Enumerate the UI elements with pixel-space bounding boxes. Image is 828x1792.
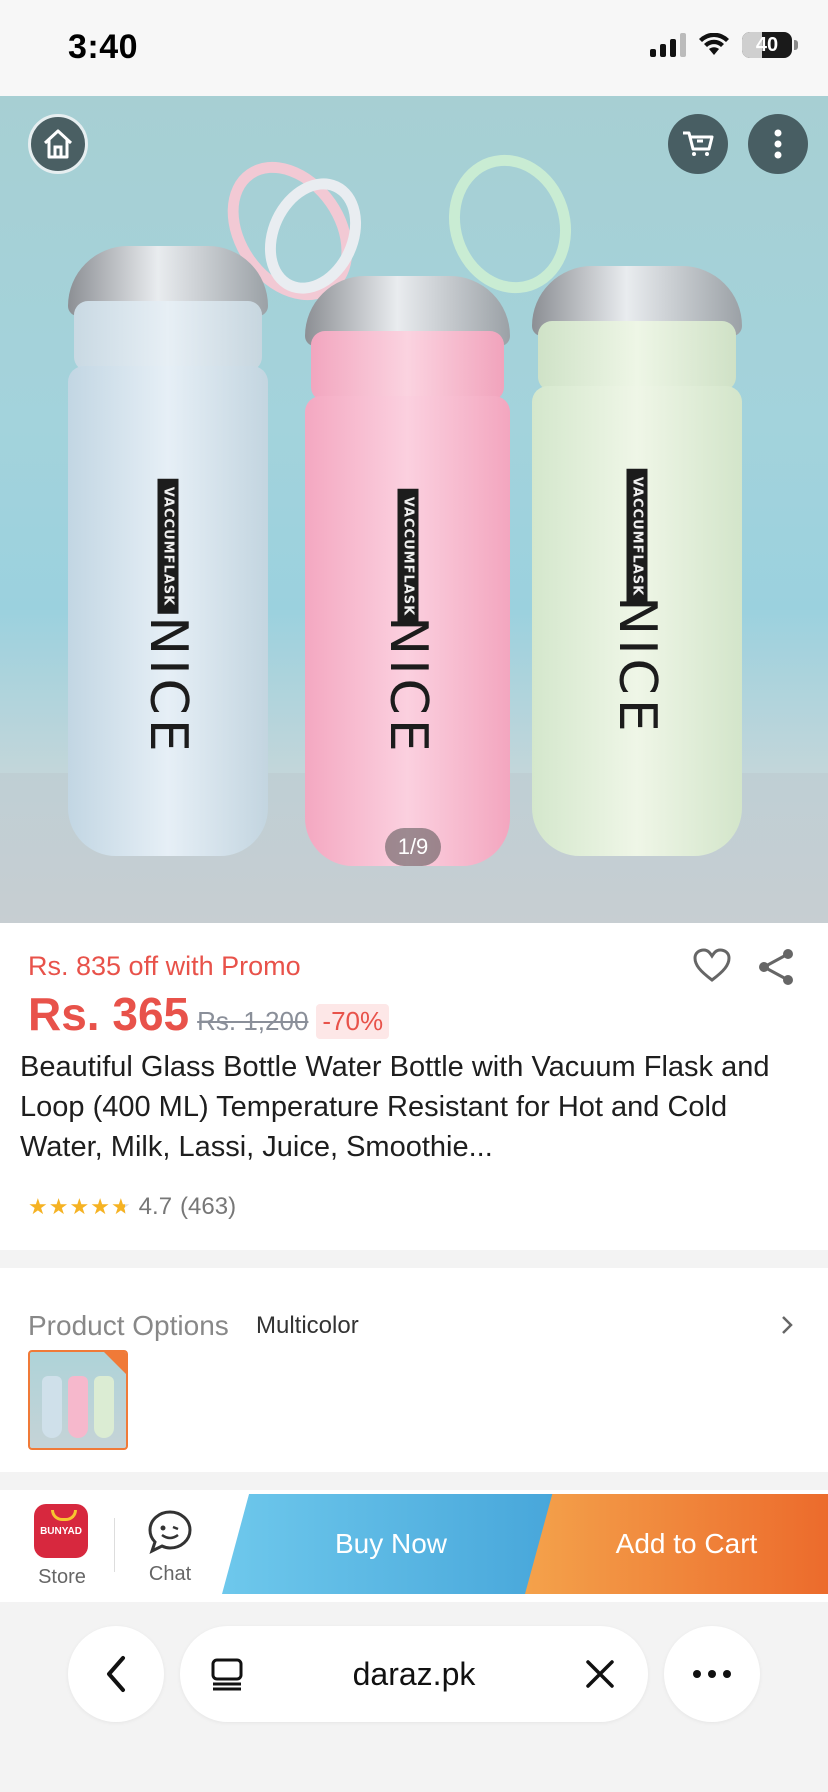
product-options-card[interactable]: Product Options Multicolor [0,1268,828,1472]
star-icon: ★ [110,1194,131,1219]
add-to-cart-button[interactable]: Add to Cart [525,1494,828,1594]
store-logo: BUNYAD [34,1504,88,1558]
current-price: Rs. 365 [28,988,190,1040]
battery-text: 40 [755,34,779,56]
promo-text: Rs. 835 off with Promo [28,951,301,981]
cart-icon [683,131,714,156]
status-time: 3:40 [68,28,139,66]
product-image-gallery[interactable]: VACCUMFLASK NICE VACCUMFLASK NICE VACCUM… [0,96,828,923]
options-label: Product Options [28,1310,229,1341]
status-icons: 40 [650,32,798,58]
chevron-right-icon [782,1316,793,1334]
bottle-blue: VACCUMFLASK NICE [68,246,268,856]
chat-label: Chat [148,1563,192,1585]
divider [114,1518,115,1572]
chat-button[interactable]: Chat [140,1504,200,1586]
bottle-brand-label: VACCUMFLASK [626,468,648,605]
status-bar: 3:40 40 [0,0,828,96]
back-icon [107,1656,125,1692]
bottle-cap [74,301,262,371]
battery-icon: 40 [742,32,798,58]
star-icon: ★ [48,1194,69,1219]
home-icon [43,129,73,159]
tabs-icon[interactable] [210,1657,244,1691]
store-label: Store [38,1566,86,1588]
address-bar[interactable]: daraz.pk [180,1626,648,1722]
url-text: daraz.pk [352,1655,476,1692]
image-counter: 1/9 [385,828,441,866]
star-icon: ★ [69,1194,90,1219]
product-title: Beautiful Glass Bottle Water Bottle with… [20,1051,770,1163]
bottle-brand-label: VACCUMFLASK [157,478,179,615]
action-bar: BUNYAD Store Chat Buy Now Add to Cart [0,1490,828,1602]
rating-row[interactable]: ★ ★ ★ ★ ★ 4.7 (463) [28,1193,236,1221]
bottle-logo: NICE [607,596,667,736]
bottle-brand-label: VACCUMFLASK [397,488,418,625]
product-info-card: Rs. 835 off with Promo Rs. 365 Rs. 1,200… [0,923,828,1250]
share-button[interactable] [756,947,796,992]
signal-icon [650,33,686,57]
browser-menu-button[interactable] [664,1626,760,1722]
cart-button[interactable] [668,114,728,174]
bottle-cap [311,331,504,401]
star-icon: ★ [90,1194,110,1219]
wishlist-button[interactable] [692,947,732,988]
price-row: Rs. 365 Rs. 1,200 -70% [28,987,390,1041]
more-vertical-icon [774,129,782,159]
thumb-bottle [68,1376,88,1438]
chat-icon [148,1510,192,1554]
more-horizontal-icon [693,1670,731,1678]
selected-corner [104,1352,126,1374]
rating-value: 4.7 [138,1193,173,1220]
share-icon [759,949,793,985]
close-icon[interactable] [584,1658,616,1690]
buy-now-button[interactable]: Buy Now [222,1494,560,1594]
home-button[interactable] [28,114,88,174]
bottle-green: VACCUMFLASK NICE [532,266,742,856]
review-count: (463) [180,1193,237,1220]
wifi-icon [699,33,729,55]
back-button[interactable] [68,1626,164,1722]
thumb-bottle [42,1376,62,1438]
more-options-button[interactable] [748,114,808,174]
bottle-logo: NICE [138,616,198,756]
browser-toolbar: daraz.pk [0,1602,828,1792]
original-price: Rs. 1,200 [197,1006,309,1036]
star-icon: ★ [28,1194,48,1219]
bottle-pink: VACCUMFLASK NICE [305,276,510,866]
bottle-logo: NICE [377,616,438,756]
bottle-cap [538,321,736,391]
rating-stars: ★ ★ ★ ★ ★ [28,1196,131,1218]
discount-badge: -70% [316,1004,390,1039]
store-button[interactable]: BUNYAD Store [34,1504,90,1589]
thumb-bottle [94,1376,114,1438]
heart-icon [693,948,731,982]
options-value: Multicolor [256,1312,359,1339]
option-thumbnail[interactable] [28,1350,128,1450]
